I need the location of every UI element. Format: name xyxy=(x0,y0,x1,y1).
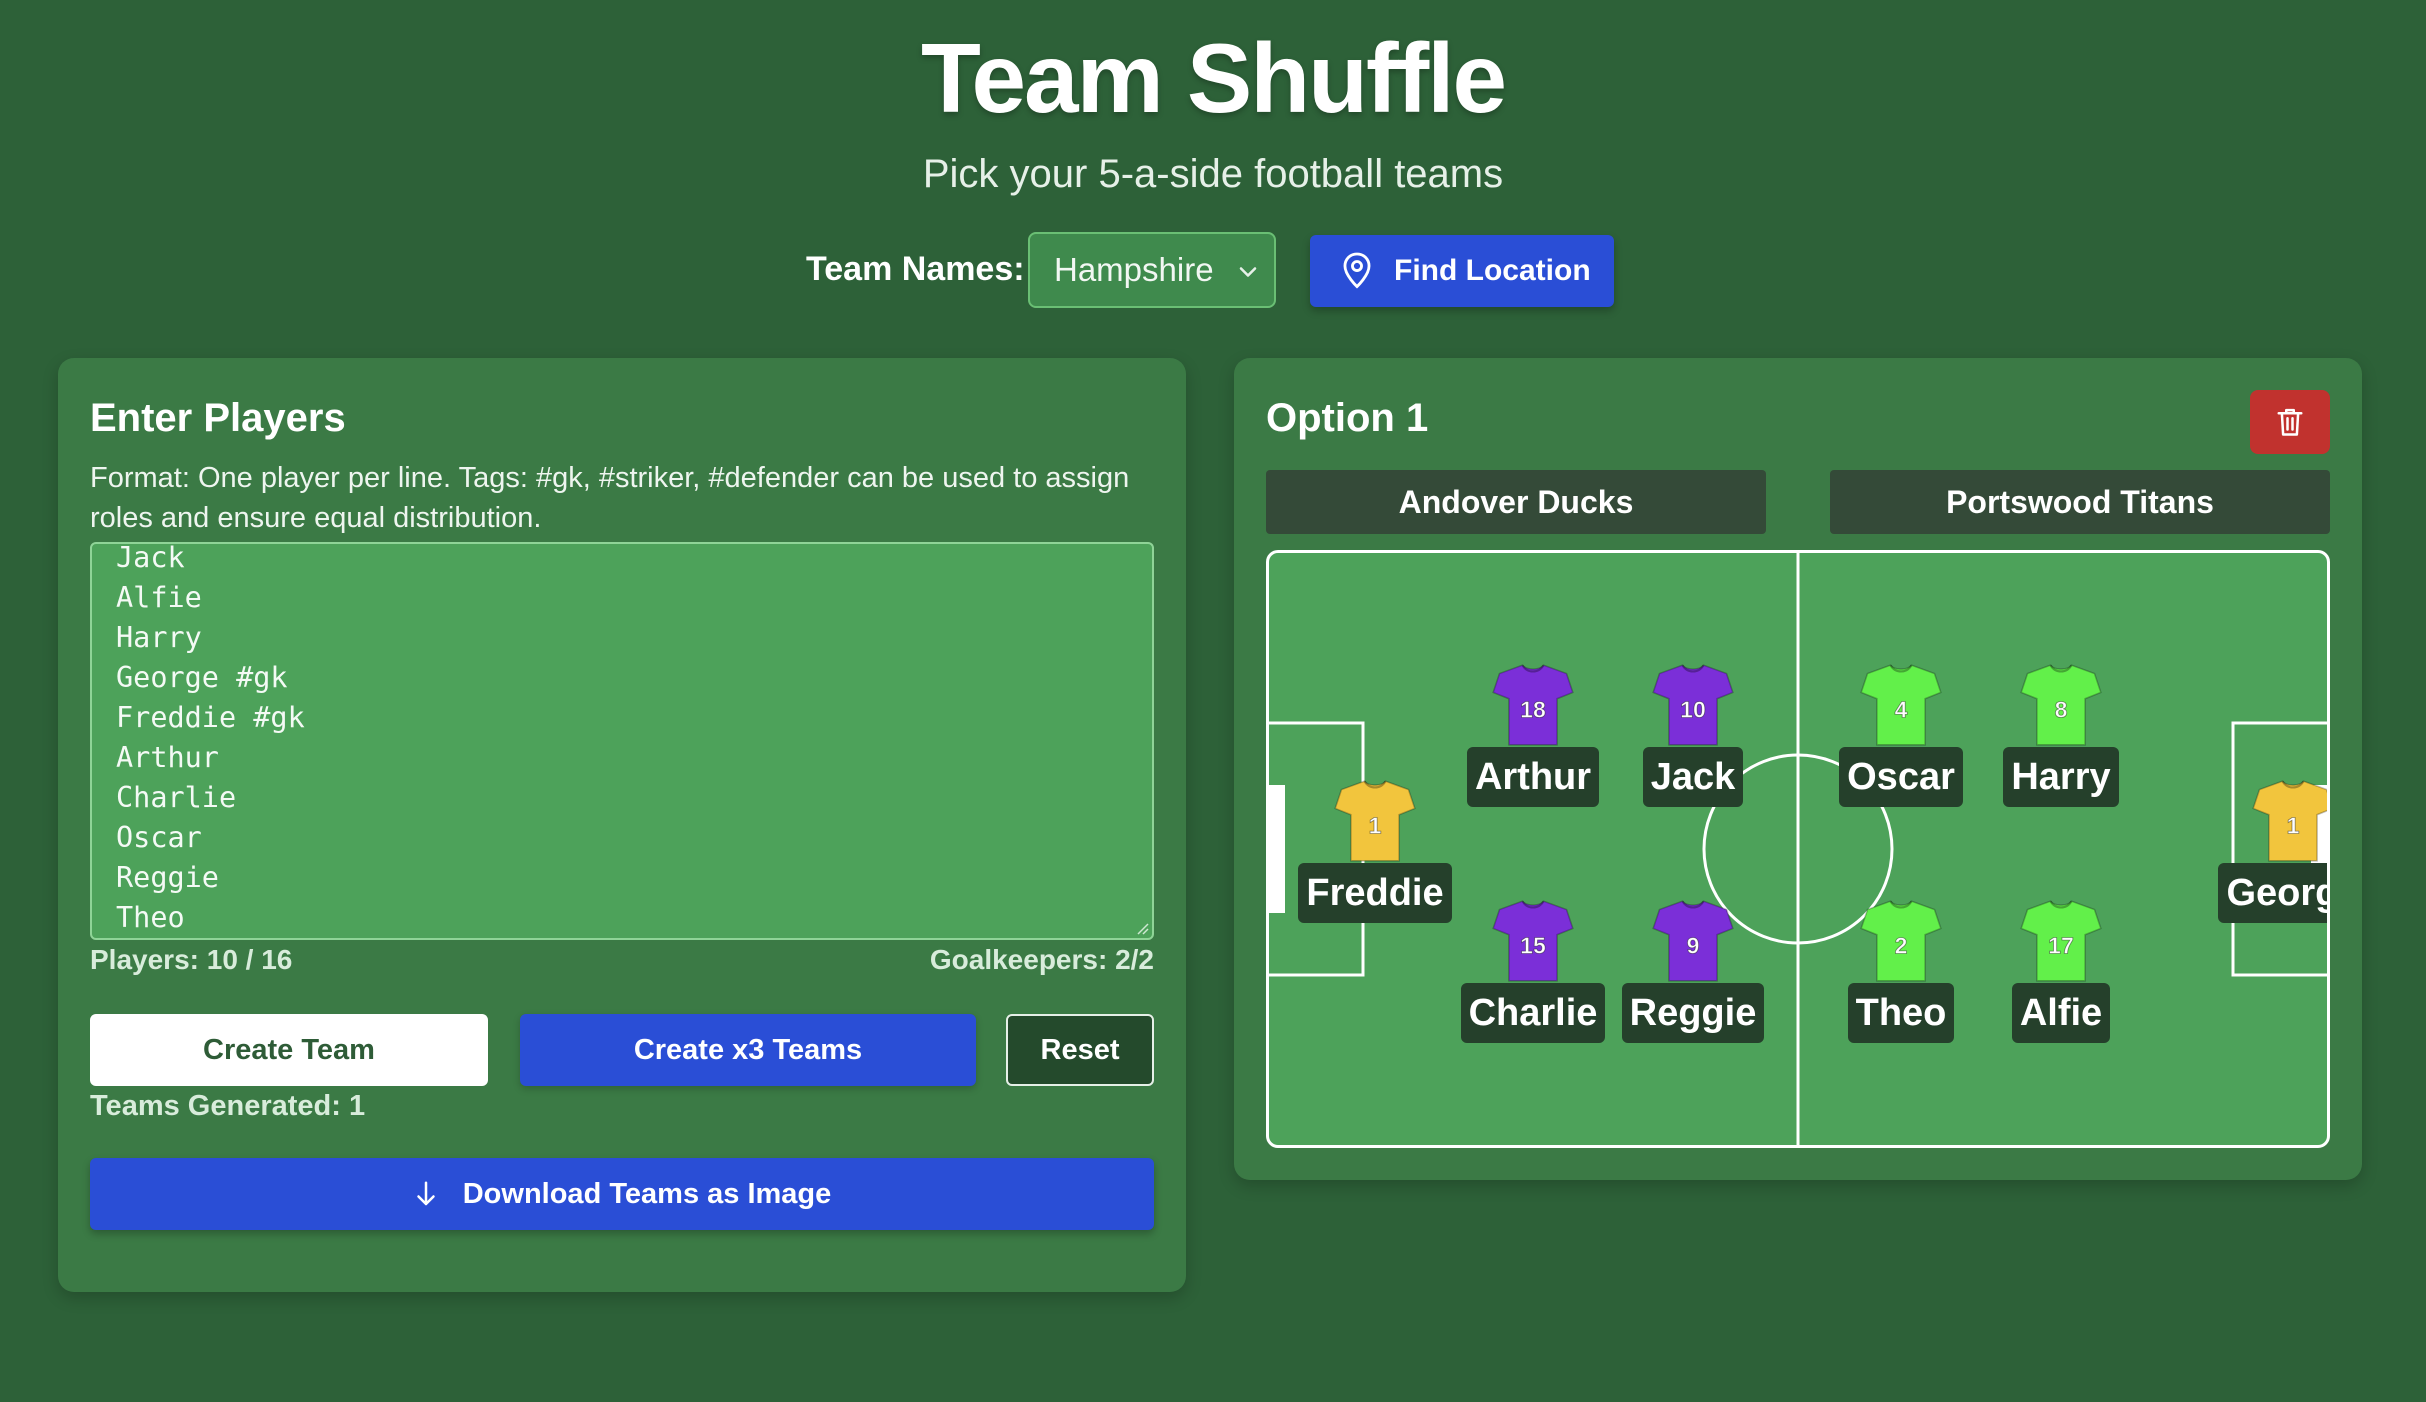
format-help-text: Format: One player per line. Tags: #gk, … xyxy=(90,462,1130,534)
team-b-player-alfie: 17 Alfie xyxy=(1961,897,2161,1043)
player-name-label: George xyxy=(2218,863,2327,923)
shirt-number: 1 xyxy=(2287,813,2300,839)
shirt-number: 9 xyxy=(1687,933,1700,959)
player-name-label: Harry xyxy=(2003,747,2119,807)
create-x3-teams-label: Create x3 Teams xyxy=(633,1033,863,1066)
shirt-icon: 15 xyxy=(1492,900,1574,982)
shirt-icon: 10 xyxy=(1652,664,1734,746)
chevron-down-icon xyxy=(1239,267,1257,277)
create-x3-teams-button[interactable]: Create x3 Teams xyxy=(520,1014,976,1086)
page-title: Team Shuffle xyxy=(920,23,1507,133)
option-panel: Option 1 Andover Ducks Portswood Titans … xyxy=(1234,358,2362,1180)
football-pitch: 1 Freddie 18 Arthur 10 Jack 15 Charlie 9 Reggie 1 G… xyxy=(1266,550,2330,1148)
shirt-icon: 9 xyxy=(1652,900,1734,982)
players-count: Players: 10 / 16 xyxy=(90,944,293,975)
player-name-label: Reggie xyxy=(1621,983,1765,1043)
shirt-icon: 17 xyxy=(2020,900,2102,982)
player-entry-line: George #gk xyxy=(116,661,288,694)
shirt-icon: 2 xyxy=(1860,900,1942,982)
find-location-button[interactable]: Find Location xyxy=(1310,235,1614,307)
player-entry-line: Alfie xyxy=(116,581,202,614)
shirt-number: 4 xyxy=(1895,697,1908,723)
team-names-select[interactable]: Hampshire xyxy=(1028,232,1276,308)
player-entry-line: Theo xyxy=(116,901,185,934)
enter-players-title: Enter Players xyxy=(90,396,346,440)
team-names-label: Team Names: xyxy=(806,250,1025,288)
map-pin-icon xyxy=(1343,252,1371,289)
player-entry-line: Reggie xyxy=(116,861,219,894)
reset-button[interactable]: Reset xyxy=(1006,1014,1154,1086)
shirt-icon: 4 xyxy=(1860,664,1942,746)
team-a-header: Andover Ducks xyxy=(1266,470,1766,534)
team-b-player-george: 1 George xyxy=(2193,777,2327,923)
shirt-number: 15 xyxy=(1520,933,1546,959)
shirt-number: 18 xyxy=(1520,697,1546,723)
download-teams-label: Download Teams as Image xyxy=(462,1177,832,1210)
shirt-number: 8 xyxy=(2055,697,2068,723)
team-b-header: Portswood Titans xyxy=(1830,470,2330,534)
team-b-player-harry: 8 Harry xyxy=(1961,661,2161,807)
player-entry-line: Harry xyxy=(116,621,202,654)
shirt-number: 10 xyxy=(1680,697,1706,723)
player-entry-line: Jack xyxy=(116,542,185,574)
player-name-label: Oscar xyxy=(1839,747,1963,807)
player-name-label: Charlie xyxy=(1460,983,1606,1043)
team-names-selected-value: Hampshire xyxy=(1054,251,1214,288)
player-name-label: Alfie xyxy=(2011,983,2111,1043)
download-arrow-icon xyxy=(416,1181,435,1206)
shirt-icon: 1 xyxy=(2252,780,2327,862)
team-a-player-jack: 10 Jack xyxy=(1593,661,1793,807)
player-name-label: Jack xyxy=(1642,747,1744,807)
players-textarea[interactable]: Jack Alfie Harry George #gk Freddie #gk … xyxy=(90,542,1154,940)
shirt-number: 1 xyxy=(1369,813,1382,839)
controls-bar: Team Names: Hampshire Find Location xyxy=(0,232,2426,310)
delete-option-button[interactable] xyxy=(2250,390,2330,454)
player-entry-line: Freddie #gk xyxy=(116,701,305,734)
player-entry-line: Oscar xyxy=(116,821,202,854)
player-entry-line: Arthur xyxy=(116,741,219,774)
page-subtitle: Pick your 5-a-side football teams xyxy=(922,152,1504,196)
download-teams-button[interactable]: Download Teams as Image xyxy=(90,1158,1154,1230)
team-a-player-reggie: 9 Reggie xyxy=(1593,897,1793,1043)
shirt-icon: 1 xyxy=(1334,780,1416,862)
shirt-icon: 18 xyxy=(1492,664,1574,746)
goalkeepers-count: Goalkeepers: 2/2 xyxy=(929,944,1154,975)
teams-generated-count: Teams Generated: 1 xyxy=(90,1090,366,1122)
find-location-label: Find Location xyxy=(1394,254,1591,287)
option-title: Option 1 xyxy=(1266,396,1429,440)
player-name-label: Freddie xyxy=(1298,863,1452,923)
shirt-icon: 8 xyxy=(2020,664,2102,746)
player-name-label: Theo xyxy=(1847,983,1955,1043)
shirt-number: 17 xyxy=(2048,933,2074,959)
reset-label: Reset xyxy=(1040,1033,1120,1066)
player-entry-line: Charlie xyxy=(116,781,237,814)
trash-icon xyxy=(2277,408,2303,436)
player-name-label: Arthur xyxy=(1466,747,1600,807)
create-team-button[interactable]: Create Team xyxy=(90,1014,488,1086)
enter-players-panel: Enter Players Format: One player per lin… xyxy=(58,358,1186,1292)
create-team-label: Create Team xyxy=(203,1033,375,1066)
shirt-number: 2 xyxy=(1895,933,1908,959)
resize-handle-icon[interactable] xyxy=(1135,921,1149,935)
